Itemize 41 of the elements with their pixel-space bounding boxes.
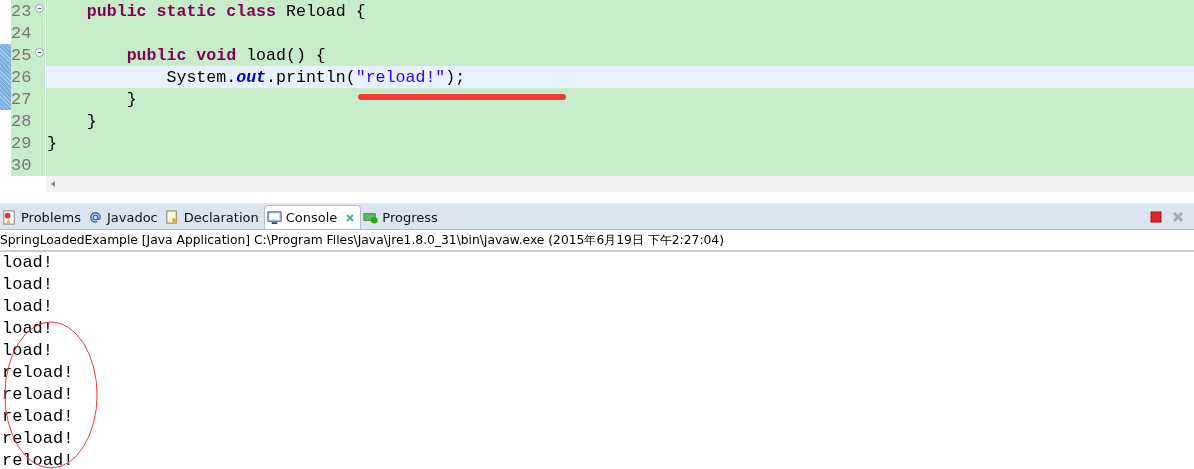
code-line: } bbox=[85, 111, 97, 131]
console-line: reload! bbox=[1, 406, 75, 428]
line-number: 27 bbox=[11, 89, 32, 109]
view-tab[interactable]: Javadoc bbox=[85, 205, 163, 229]
line-number: 28 bbox=[11, 111, 32, 131]
code-line: } bbox=[47, 133, 57, 153]
code-line: System.out.println("reload!"); bbox=[165, 67, 466, 87]
line-number: 24 bbox=[11, 23, 32, 43]
console-line: load! bbox=[1, 318, 54, 340]
console-title: SpringLoadedExample [Java Application] C:\Program Files\Java\jre1.8.0_31\bin\javaw.exe (2015年6月19日 下午2:27:04) bbox=[0, 231, 724, 249]
collapse-icon[interactable] bbox=[35, 48, 44, 57]
monitor-icon bbox=[266, 210, 282, 225]
line-number: 25 bbox=[11, 45, 32, 65]
code-line: public void load() { bbox=[125, 45, 326, 65]
at-sign-icon bbox=[87, 209, 103, 225]
problems-icon bbox=[2, 209, 17, 225]
scroll-left-icon[interactable] bbox=[50, 180, 56, 188]
console-line: reload! bbox=[1, 450, 75, 469]
console-line: reload! bbox=[1, 428, 75, 450]
line-number: 29 bbox=[11, 133, 32, 153]
view-tab[interactable]: Declaration bbox=[162, 205, 264, 229]
line-number: 26 bbox=[11, 67, 32, 87]
collapse-icon[interactable] bbox=[35, 4, 44, 13]
document-icon bbox=[164, 209, 180, 225]
remove-icon[interactable] bbox=[1172, 211, 1184, 223]
close-icon[interactable] bbox=[345, 212, 356, 223]
code-line: } bbox=[125, 89, 137, 109]
console-line: load! bbox=[1, 252, 54, 274]
view-tab[interactable]: Problems bbox=[0, 205, 86, 229]
console-line: reload! bbox=[1, 384, 75, 406]
console-line: load! bbox=[1, 274, 54, 296]
console-line: reload! bbox=[1, 362, 75, 384]
horizontal-scrollbar[interactable] bbox=[46, 176, 1194, 192]
line-number: 30 bbox=[11, 155, 32, 175]
console-line: load! bbox=[1, 340, 54, 362]
view-tab[interactable]: Console bbox=[263, 205, 362, 229]
view-tab[interactable]: Progress bbox=[361, 205, 443, 229]
console-line: load! bbox=[1, 296, 54, 318]
stop-icon[interactable] bbox=[1150, 211, 1162, 223]
code-line: public static class Reload { bbox=[85, 1, 366, 21]
line-number: 23 bbox=[11, 1, 32, 21]
